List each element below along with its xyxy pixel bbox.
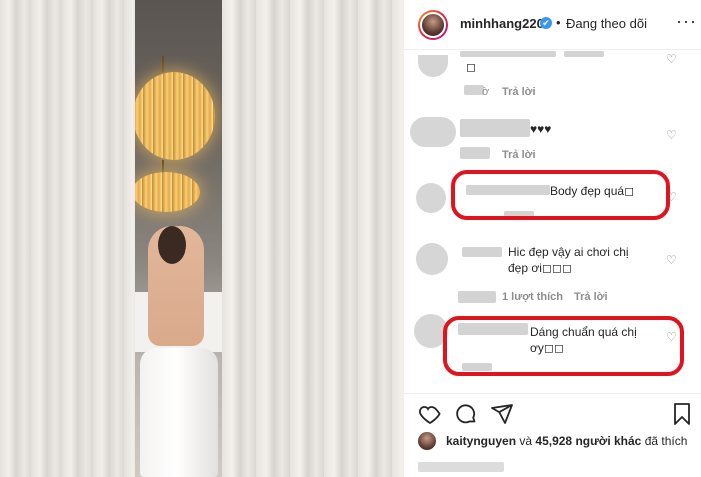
redacted-username: [460, 51, 556, 57]
lamp-cord: [162, 56, 164, 72]
reply-button[interactable]: Trả lời: [502, 149, 536, 161]
highlight-box: [443, 316, 684, 376]
redacted-time: [458, 291, 496, 303]
avatar[interactable]: [416, 183, 446, 213]
likes-others-link[interactable]: 45,928 người khác: [535, 434, 641, 448]
liker-username-link[interactable]: kaitynguyen: [446, 434, 516, 448]
photo-towel: [140, 348, 218, 477]
redacted-post-date: [418, 462, 504, 472]
comment-text: ♥♥♥: [530, 122, 552, 136]
likes-label: đã thích: [644, 434, 688, 448]
curtain-right: [222, 0, 403, 477]
verified-icon: ✔: [540, 17, 552, 29]
avatar[interactable]: [416, 243, 448, 275]
comment-text: Hic đẹp vậy ai chơi chị đẹp ơi◻◻◻: [508, 245, 629, 275]
reply-button[interactable]: Trả lời: [502, 86, 536, 98]
like-comment-icon[interactable]: ♡: [666, 53, 678, 65]
post-photo[interactable]: [0, 0, 403, 477]
comment-icon[interactable]: [454, 402, 478, 426]
highlight-box: [451, 170, 670, 220]
post-header: minhhang2206 ✔ • Đang theo dõi ···: [404, 0, 701, 50]
avatar[interactable]: [418, 55, 448, 77]
like-comment-icon[interactable]: ♡: [666, 254, 678, 266]
avatar[interactable]: [418, 10, 448, 40]
pendant-lamp: [132, 172, 200, 212]
likes-connector: và: [519, 434, 533, 448]
post-actions-bar: [404, 393, 701, 433]
comment-time: ờ: [482, 86, 490, 98]
redacted-text: [564, 51, 604, 57]
redacted-username: [460, 119, 530, 137]
redacted-time: [460, 147, 490, 159]
share-icon[interactable]: [490, 402, 514, 426]
redacted-time: [464, 85, 484, 95]
photo-figure-hair: [158, 226, 186, 264]
avatar[interactable]: [410, 117, 456, 147]
like-comment-icon[interactable]: ♡: [666, 129, 678, 141]
lamp-cord: [162, 160, 164, 172]
comment-likes[interactable]: 1 lượt thích: [502, 291, 563, 303]
like-heart-icon[interactable]: [418, 402, 442, 426]
more-options-icon[interactable]: ···: [676, 11, 697, 32]
reply-button[interactable]: Trả lời: [574, 291, 608, 303]
username-link[interactable]: minhhang2206: [460, 16, 551, 31]
avatar[interactable]: [418, 432, 436, 450]
redacted-username: [462, 247, 502, 257]
pendant-lamp: [133, 72, 215, 160]
post-side-panel: minhhang2206 ✔ • Đang theo dõi ··· ◻ ờ T…: [403, 0, 701, 477]
comment-text: ◻: [466, 60, 476, 74]
following-button[interactable]: Đang theo dõi: [566, 16, 647, 31]
separator-dot: •: [556, 15, 561, 30]
curtain-left: [0, 0, 135, 477]
save-bookmark-icon[interactable]: [670, 402, 694, 426]
